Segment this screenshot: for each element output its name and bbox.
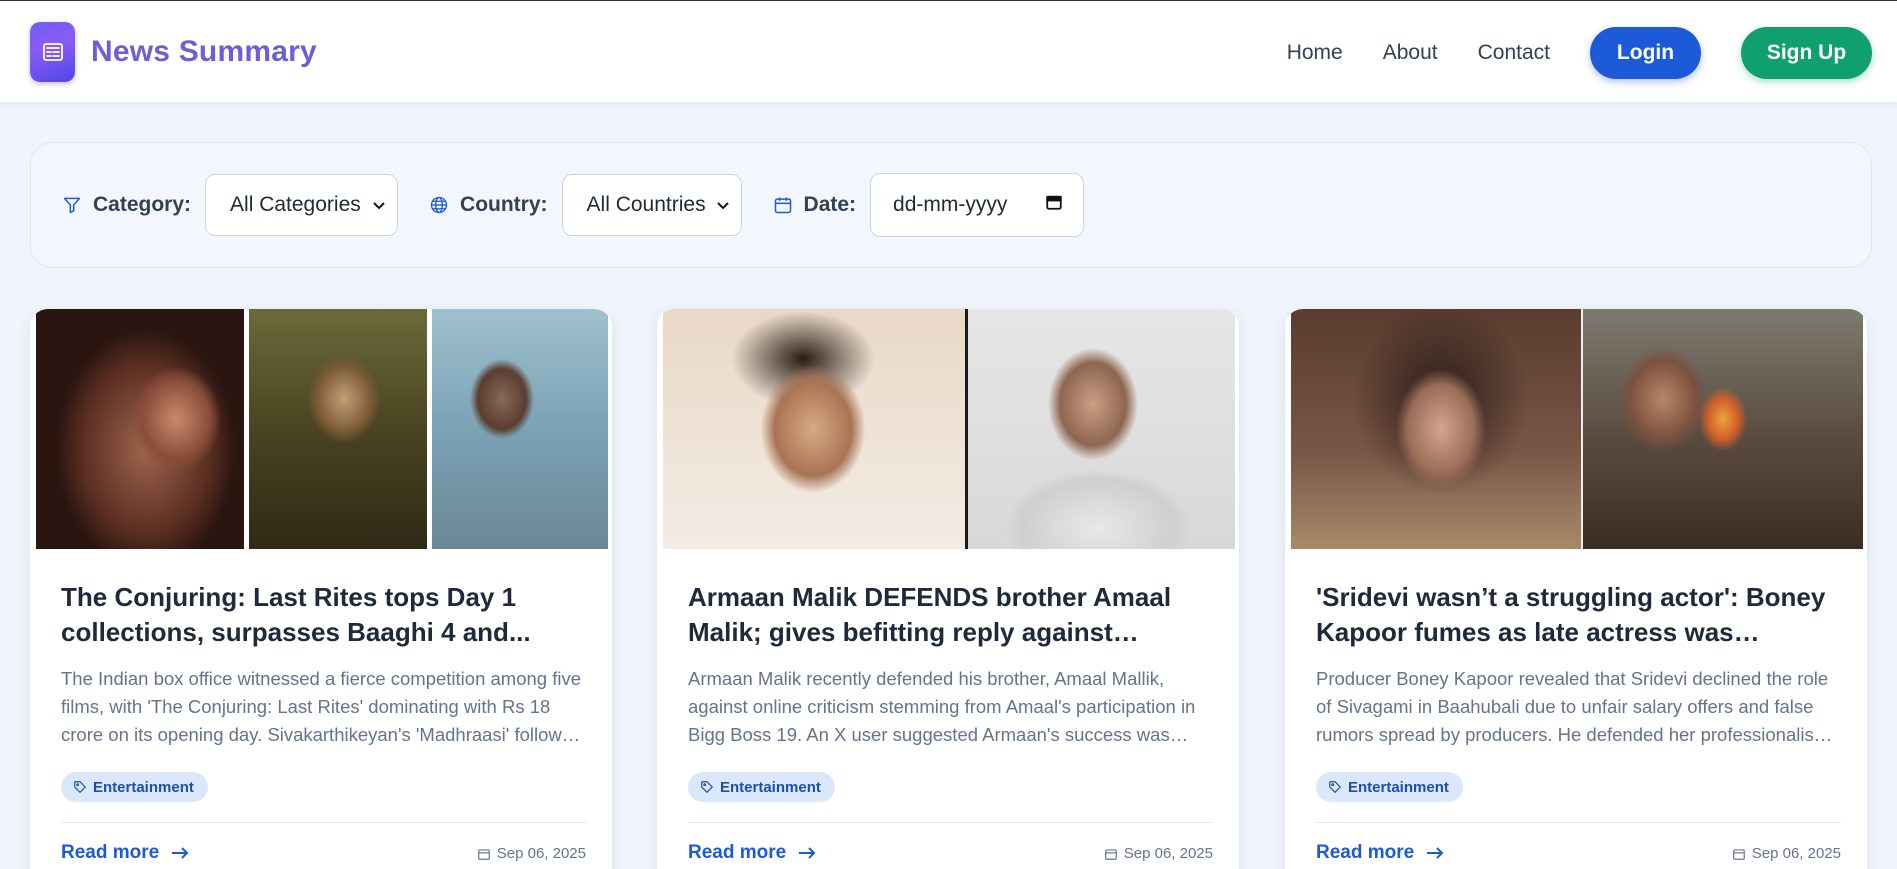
- calendar-picker-icon[interactable]: [1045, 193, 1063, 217]
- login-button[interactable]: Login: [1590, 27, 1701, 79]
- calendar-icon: [1104, 847, 1118, 861]
- category-badge: Entertainment: [61, 772, 208, 802]
- filter-bar: Category: All Categories Country: All Co…: [30, 142, 1872, 268]
- tag-icon: [73, 780, 87, 794]
- card-divider: [688, 822, 1213, 823]
- country-select[interactable]: All Countries: [561, 174, 742, 236]
- country-filter: Country: All Countries: [428, 174, 742, 236]
- calendar-icon: [477, 847, 491, 861]
- news-card[interactable]: The Conjuring: Last Rites tops Day 1 col…: [30, 309, 612, 869]
- category-badge-label: Entertainment: [1348, 778, 1449, 796]
- tag-icon: [1328, 780, 1342, 794]
- read-more-link[interactable]: Read more: [61, 842, 189, 864]
- image-panel: [968, 309, 1235, 549]
- filter-icon: [61, 194, 83, 216]
- category-badge-label: Entertainment: [720, 778, 821, 796]
- image-panel: [663, 309, 965, 549]
- date-label: Date:: [803, 193, 857, 216]
- category-filter: Category: All Categories: [61, 174, 399, 236]
- card-date-value: Sep 06, 2025: [1123, 845, 1213, 862]
- navbar: News Summary Home About Contact Login Si…: [0, 0, 1897, 102]
- news-image[interactable]: [1291, 309, 1863, 549]
- country-label: Country:: [460, 193, 548, 216]
- nav-link-about[interactable]: About: [1383, 27, 1438, 79]
- read-more-label: Read more: [61, 842, 160, 863]
- news-card[interactable]: Armaan Malik DEFENDS brother Amaal Malik…: [657, 309, 1239, 869]
- brand-name: News Summary: [91, 35, 317, 68]
- nav-link-contact[interactable]: Contact: [1478, 27, 1550, 79]
- nav-links: Home About Contact Login Sign Up: [1287, 27, 1872, 79]
- image-panel: [36, 309, 244, 549]
- image-panel: [432, 309, 608, 549]
- calendar-icon: [772, 194, 794, 216]
- date-filter: Date: dd-mm-yyyy: [772, 173, 1085, 237]
- card-divider: [1316, 822, 1841, 823]
- tag-icon: [700, 780, 714, 794]
- card-date: Sep 06, 2025: [477, 845, 586, 862]
- date-input-placeholder: dd-mm-yyyy: [893, 193, 1008, 216]
- chevron-down-icon: [716, 197, 729, 213]
- brand[interactable]: News Summary: [30, 22, 317, 82]
- card-title[interactable]: 'Sridevi wasn’t a struggling actor': Bon…: [1316, 580, 1841, 650]
- country-select-value: All Countries: [586, 193, 706, 216]
- card-date: Sep 06, 2025: [1104, 845, 1213, 862]
- category-select[interactable]: All Categories: [205, 174, 399, 236]
- calendar-icon: [1732, 847, 1746, 861]
- card-description: The Indian box office witnessed a fierce…: [61, 668, 583, 745]
- date-input[interactable]: dd-mm-yyyy: [870, 173, 1085, 237]
- newspaper-icon: [30, 22, 75, 82]
- read-more-link[interactable]: Read more: [1316, 842, 1444, 864]
- news-image[interactable]: [36, 309, 608, 549]
- category-badge-label: Entertainment: [93, 778, 194, 796]
- chevron-down-icon: [373, 197, 385, 213]
- card-date-value: Sep 06, 2025: [1751, 845, 1841, 862]
- category-badge: Entertainment: [688, 772, 835, 802]
- category-select-value: All Categories: [230, 193, 361, 216]
- card-title[interactable]: Armaan Malik DEFENDS brother Amaal Malik…: [688, 580, 1213, 650]
- card-date: Sep 06, 2025: [1732, 845, 1841, 862]
- image-panel: [249, 309, 427, 549]
- card-divider: [61, 822, 586, 823]
- news-card[interactable]: 'Sridevi wasn’t a struggling actor': Bon…: [1285, 309, 1867, 869]
- arrow-right-icon: [171, 846, 189, 860]
- card-description: Producer Boney Kapoor revealed that Srid…: [1316, 668, 1835, 745]
- arrow-right-icon: [798, 846, 816, 860]
- category-label: Category:: [93, 193, 192, 216]
- read-more-label: Read more: [688, 842, 787, 863]
- arrow-right-icon: [1426, 846, 1444, 860]
- card-description: Armaan Malik recently defended his broth…: [688, 668, 1196, 745]
- nav-link-home[interactable]: Home: [1287, 27, 1343, 79]
- news-image[interactable]: [663, 309, 1235, 549]
- image-panel: [1291, 309, 1581, 549]
- card-title[interactable]: The Conjuring: Last Rites tops Day 1 col…: [61, 580, 586, 650]
- image-panel: [1583, 309, 1863, 549]
- signup-button[interactable]: Sign Up: [1741, 27, 1872, 79]
- read-more-label: Read more: [1316, 842, 1415, 863]
- category-badge: Entertainment: [1316, 772, 1463, 802]
- globe-icon: [428, 194, 450, 216]
- card-date-value: Sep 06, 2025: [496, 845, 586, 862]
- read-more-link[interactable]: Read more: [688, 842, 816, 864]
